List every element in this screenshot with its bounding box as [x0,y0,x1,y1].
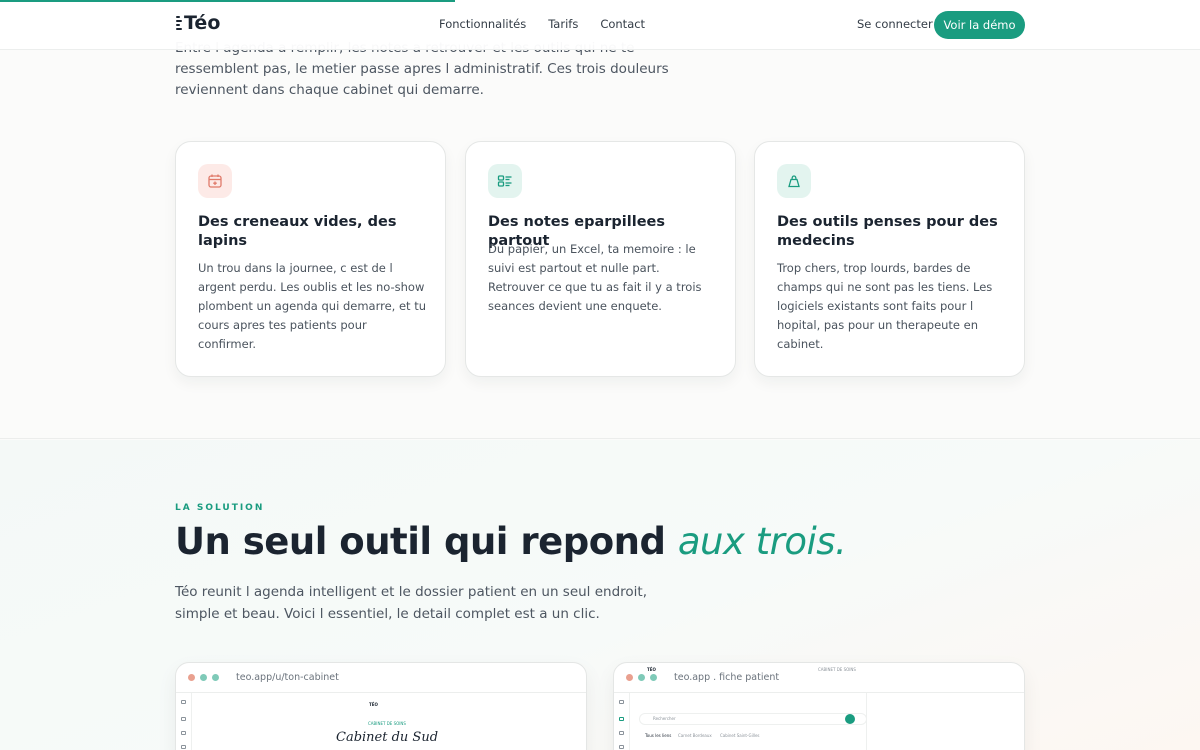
search-placeholder: Rechercher [653,716,676,721]
login-link[interactable]: Se connecter [857,17,933,31]
mockup-sidebar [176,693,192,750]
mockup-tab[interactable]: Carnet Bordeaux [678,733,712,738]
menu-icon [619,700,624,704]
logo-text: Téo [184,12,221,34]
demo-button[interactable]: Voir la démo [934,11,1025,39]
card-title: Des creneaux vides, des lapins [198,214,397,249]
notes-icon [488,164,522,198]
site-header: Téo Fonctionnalités Tarifs Contact Se co… [0,0,1200,50]
card-text: Un trou dans la journee, c est de l arge… [198,261,426,351]
window-dot-green [212,674,219,681]
window-dot-red [626,674,633,681]
nav-link-contact[interactable]: Contact [600,17,645,31]
section-kicker: LA SOLUTION [175,503,265,513]
patients-icon [619,717,624,721]
nav-link-features[interactable]: Fonctionnalités [439,17,526,31]
mockup-sidebar [614,693,630,750]
nav-link-pricing[interactable]: Tarifs [548,17,578,31]
booking-page-mockup: teo.app/u/ton-cabinet TÉO CABINET DE SOI… [175,662,587,750]
mockup-brand: TÉO [647,667,656,672]
logo[interactable]: Téo [176,12,220,34]
mockup-tab[interactable]: Tous les liens [645,733,671,738]
window-dot-green [200,674,207,681]
mockup-top-label: CABINET DE SOINS [818,667,856,672]
problem-card-empty-slots: Des creneaux vides, des lapins Un trou d… [175,141,446,377]
mockup-brand: TÉO [369,702,378,707]
mockup-divider [866,693,867,750]
mockup-page-title: Cabinet du Sud [336,730,439,745]
section-title: Un seul outil qui repond aux trois. [175,520,847,563]
card-title: Des outils penses pour des medecins [777,214,998,249]
mockup-add-button[interactable] [845,714,855,724]
settings-icon [181,745,186,749]
solution-section: LA SOLUTION Un seul outil qui repond aux… [0,440,1200,750]
window-dot-green [638,674,645,681]
calendar-icon [181,717,186,721]
title-main: Un seul outil qui repond [175,520,678,563]
problem-section: Entre l agenda a remplir, les notes a re… [0,0,1200,439]
users-icon [181,731,186,735]
calendar-icon [619,731,624,735]
card-text: Du papier, un Excel, ta memoire : le sui… [488,242,702,313]
mockup-tab[interactable]: Cabinet Saint-Gilles [720,733,760,738]
tool-icon [777,164,811,198]
mockup-search-input[interactable]: Rechercher [639,713,867,725]
menu-icon [181,700,186,704]
scroll-progress-bar [0,0,455,2]
browser-url: teo.app . fiche patient [674,672,780,683]
title-accent: aux trois. [677,520,847,563]
problem-card-doctor-tools: Des outils penses pour des medecins Trop… [754,141,1025,377]
settings-icon [619,745,624,749]
logo-mark-icon [176,15,182,31]
browser-url: teo.app/u/ton-cabinet [236,672,339,683]
section-description: Téo reunit l agenda intelligent et le do… [175,584,648,622]
window-dot-green [650,674,657,681]
mockup-small-label: CABINET DE SOINS [368,721,406,726]
calendar-plus-icon [198,164,232,198]
browser-bar: teo.app/u/ton-cabinet [176,663,586,693]
window-dot-red [188,674,195,681]
patient-record-mockup: teo.app . fiche patient TÉO CABINET DE S… [613,662,1025,750]
card-text: Trop chers, trop lourds, bardes de champ… [777,261,993,351]
problem-card-scattered-notes: Des notes eparpillees partout Du papier,… [465,141,736,377]
main-nav: Fonctionnalités Tarifs Contact [439,17,645,31]
